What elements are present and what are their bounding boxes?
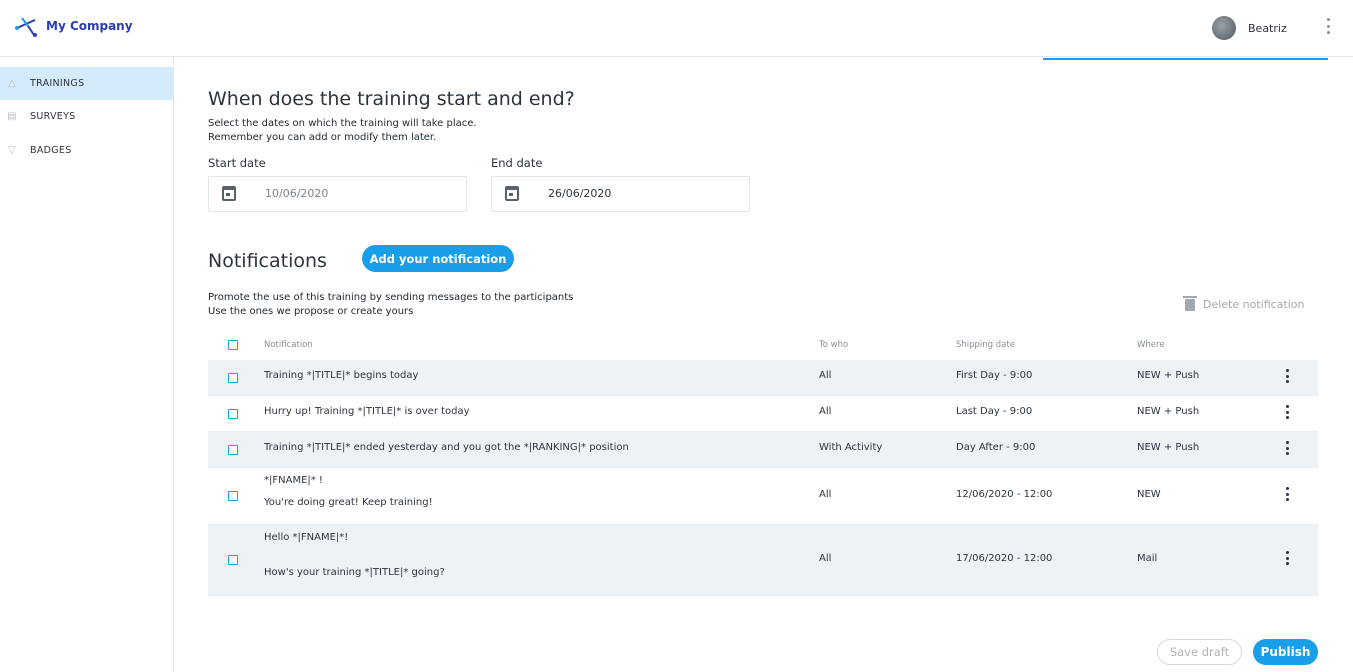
row-menu-icon[interactable] bbox=[1286, 369, 1290, 383]
badge-icon: ▽ bbox=[8, 144, 16, 156]
where-value: NEW bbox=[1137, 489, 1161, 500]
start-date-label: Start date bbox=[208, 156, 266, 170]
row-menu-icon[interactable] bbox=[1286, 487, 1290, 501]
to-who-value: All bbox=[819, 370, 832, 381]
row-menu-icon[interactable] bbox=[1286, 551, 1290, 565]
calendar-icon bbox=[505, 186, 519, 201]
where-value: NEW + Push bbox=[1137, 442, 1200, 453]
user-profile[interactable]: Beatriz bbox=[1212, 16, 1287, 40]
company-logo-icon bbox=[15, 17, 37, 37]
row-checkbox[interactable] bbox=[228, 373, 238, 383]
where-value: NEW + Push bbox=[1137, 406, 1200, 417]
shipping-date-value: Last Day - 9:00 bbox=[956, 406, 1033, 417]
start-date-field[interactable]: 10/06/2020 bbox=[208, 176, 467, 212]
column-header-shipping-date: Shipping date bbox=[956, 340, 1015, 350]
document-icon: ▤ bbox=[7, 110, 17, 122]
row-menu-icon[interactable] bbox=[1286, 405, 1290, 419]
notification-text: Hurry up! Training *|TITLE|* is over tod… bbox=[264, 406, 470, 417]
to-who-value: All bbox=[819, 489, 832, 500]
row-checkbox[interactable] bbox=[228, 409, 238, 419]
table-row[interactable]: Training *|TITLE|* begins today All Firs… bbox=[208, 360, 1318, 396]
dates-description: Remember you can add or modify them late… bbox=[208, 132, 437, 143]
dates-description: Select the dates on which the training w… bbox=[208, 118, 477, 129]
more-options-icon[interactable] bbox=[1320, 16, 1336, 36]
notifications-description: Promote the use of this training by send… bbox=[208, 292, 574, 303]
notification-text: *|FNAME|* ! bbox=[264, 475, 323, 486]
where-value: Mail bbox=[1137, 553, 1158, 564]
sidebar-item-badges[interactable]: ▽ BADGES bbox=[0, 134, 173, 167]
graduation-cap-icon: △ bbox=[8, 77, 16, 89]
table-row[interactable]: Hello *|FNAME|*! How's your training *|T… bbox=[208, 525, 1318, 596]
delete-notification-button[interactable]: Delete notification bbox=[1183, 295, 1305, 311]
column-header-notification: Notification bbox=[264, 340, 313, 350]
user-name: Beatriz bbox=[1248, 21, 1287, 35]
sidebar: △ TRAININGS ▤ SURVEYS ▽ BADGES bbox=[0, 57, 174, 672]
row-checkbox[interactable] bbox=[228, 445, 238, 455]
to-who-value: All bbox=[819, 553, 832, 564]
save-draft-button[interactable]: Save draft bbox=[1157, 639, 1242, 665]
table-header: Notification To who Shipping date Where bbox=[208, 332, 1318, 360]
notification-text: Training *|TITLE|* ended yesterday and y… bbox=[264, 442, 629, 453]
dates-title: When does the training start and end? bbox=[208, 88, 575, 110]
to-who-value: All bbox=[819, 406, 832, 417]
table-row[interactable]: Hurry up! Training *|TITLE|* is over tod… bbox=[208, 396, 1318, 432]
sidebar-item-label: SURVEYS bbox=[30, 111, 76, 122]
table-row[interactable]: *|FNAME|* ! You're doing great! Keep tra… bbox=[208, 468, 1318, 525]
notifications-title: Notifications bbox=[208, 250, 327, 272]
shipping-date-value: 17/06/2020 - 12:00 bbox=[956, 553, 1053, 564]
row-menu-icon[interactable] bbox=[1286, 441, 1290, 455]
notifications-table: Notification To who Shipping date Where … bbox=[208, 332, 1318, 596]
shipping-date-value: First Day - 9:00 bbox=[956, 370, 1033, 381]
where-value: NEW + Push bbox=[1137, 370, 1200, 381]
brand[interactable]: My Company bbox=[14, 14, 133, 38]
company-name: My Company bbox=[46, 19, 133, 33]
to-who-value: With Activity bbox=[819, 442, 883, 453]
trash-icon bbox=[1183, 295, 1197, 311]
column-header-to-who: To who bbox=[819, 340, 849, 350]
notification-text: How's your training *|TITLE|* going? bbox=[264, 567, 445, 578]
notification-text: Hello *|FNAME|*! bbox=[264, 532, 349, 543]
main-content: When does the training start and end? Se… bbox=[174, 60, 1353, 672]
delete-notification-label: Delete notification bbox=[1203, 298, 1305, 311]
sidebar-item-surveys[interactable]: ▤ SURVEYS bbox=[0, 100, 173, 133]
calendar-icon bbox=[222, 186, 236, 201]
notifications-description: Use the ones we propose or create yours bbox=[208, 306, 414, 317]
shipping-date-value: Day After - 9:00 bbox=[956, 442, 1036, 453]
row-checkbox[interactable] bbox=[228, 555, 238, 565]
end-date-field[interactable]: 26/06/2020 bbox=[491, 176, 750, 212]
select-all-checkbox[interactable] bbox=[228, 340, 238, 350]
table-row[interactable]: Training *|TITLE|* ended yesterday and y… bbox=[208, 432, 1318, 468]
top-bar: My Company Beatriz bbox=[0, 0, 1353, 57]
avatar bbox=[1212, 16, 1236, 40]
end-date-label: End date bbox=[491, 156, 543, 170]
column-header-where: Where bbox=[1137, 340, 1165, 350]
add-notification-button[interactable]: Add your notification bbox=[362, 245, 514, 272]
sidebar-item-label: BADGES bbox=[30, 145, 72, 156]
end-date-value: 26/06/2020 bbox=[548, 187, 612, 200]
start-date-value: 10/06/2020 bbox=[265, 187, 329, 200]
sidebar-item-trainings[interactable]: △ TRAININGS bbox=[0, 67, 173, 100]
shipping-date-value: 12/06/2020 - 12:00 bbox=[956, 489, 1053, 500]
notification-text: You're doing great! Keep training! bbox=[264, 497, 433, 508]
row-checkbox[interactable] bbox=[228, 491, 238, 501]
publish-button[interactable]: Publish bbox=[1253, 639, 1318, 665]
sidebar-item-label: TRAININGS bbox=[30, 78, 85, 89]
notification-text: Training *|TITLE|* begins today bbox=[264, 370, 419, 381]
